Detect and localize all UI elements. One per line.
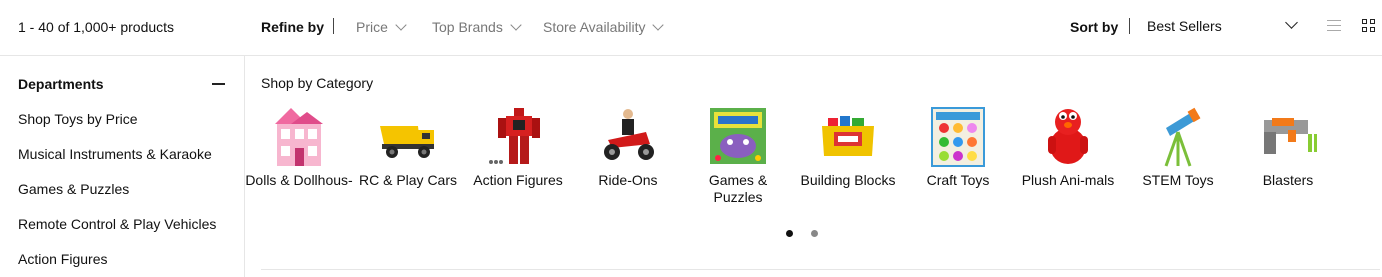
filter-price-dropdown[interactable]: Price [356,18,407,35]
sort-by-label: Sort by [1070,19,1119,35]
filter-top-brands-dropdown[interactable]: Top Brands [432,18,522,35]
main-content: Shop by Category Dolls & Dollhous- RC & … [244,56,1382,277]
category-building-blocks[interactable]: Building Blocks [793,106,903,189]
sidebar-item-musical-instruments[interactable]: Musical Instruments & Karaoke [18,146,212,162]
board-game-box-icon [708,106,768,168]
sidebar-item-remote-control[interactable]: Remote Control & Play Vehicles [18,216,216,232]
category-label: Blasters [1262,172,1314,188]
collapse-icon[interactable] [212,83,225,85]
category-games-puzzles[interactable]: Games & Puzzles [683,106,793,206]
plush-elmo-icon [1038,106,1098,168]
telescope-icon [1148,106,1208,168]
sidebar-item-games-puzzles[interactable]: Games & Puzzles [18,181,129,197]
carousel-dot[interactable] [811,230,818,237]
filter-store-availability-label: Store Availability [543,19,646,35]
chevron-down-icon [510,18,522,31]
chevron-down-icon[interactable] [1285,16,1298,29]
refine-separator [333,18,334,34]
category-label: Dolls & Dollhous- [245,172,353,188]
category-label: Ride-Ons [598,172,658,188]
dump-truck-icon [378,106,438,168]
results-count: 1 - 40 of 1,000+ products [18,19,175,35]
departments-sidebar: Departments Shop Toys by Price Musical I… [0,56,245,277]
filter-price-label: Price [356,19,388,35]
category-label: STEM Toys [1142,172,1214,188]
category-dolls[interactable]: Dolls & Dollhous- [244,106,354,189]
filter-store-availability-dropdown[interactable]: Store Availability [543,18,665,35]
sort-select[interactable]: Best Sellers [1147,18,1222,34]
sidebar-item-shop-toys-by-price[interactable]: Shop Toys by Price [18,111,138,127]
sort-separator [1129,18,1130,34]
category-label: Games & Puzzles [708,172,768,205]
carousel-pagination [786,230,818,237]
departments-title: Departments [18,76,104,92]
category-label: Plush Ani-mals [1021,172,1115,188]
refine-by-label: Refine by [261,19,325,35]
list-view-icon[interactable] [1327,19,1341,33]
sidebar-item-action-figures[interactable]: Action Figures [18,251,107,267]
category-label: Action Figures [473,172,563,188]
filter-top-brands-label: Top Brands [432,19,503,35]
robot-figure-icon [488,106,548,168]
category-blasters[interactable]: Blasters [1233,106,1343,189]
category-label: Building Blocks [800,172,896,188]
chevron-down-icon [395,18,407,31]
chevron-down-icon [652,18,665,31]
toy-blaster-icon [1258,106,1318,168]
category-stem-toys[interactable]: STEM Toys [1123,106,1233,189]
shop-by-category-heading: Shop by Category [261,75,374,91]
section-divider [261,269,1380,270]
grid-view-icon[interactable] [1362,19,1376,33]
category-action-figures[interactable]: Action Figures [463,106,573,189]
category-label: Craft Toys [926,172,990,188]
results-toolbar: 1 - 40 of 1,000+ products Refine by Pric… [0,0,1382,56]
building-blocks-bin-icon [818,106,878,168]
carousel-dot-active[interactable] [786,230,793,237]
dollhouse-icon [269,106,329,168]
ride-on-motorcycle-icon [598,106,658,168]
category-rc-play-cars[interactable]: RC & Play Cars [353,106,463,189]
category-ride-ons[interactable]: Ride-Ons [573,106,683,189]
play-dough-set-icon [928,106,988,168]
category-craft-toys[interactable]: Craft Toys [903,106,1013,189]
category-plush-animals[interactable]: Plush Ani-mals [1013,106,1123,189]
category-label: RC & Play Cars [358,172,458,188]
